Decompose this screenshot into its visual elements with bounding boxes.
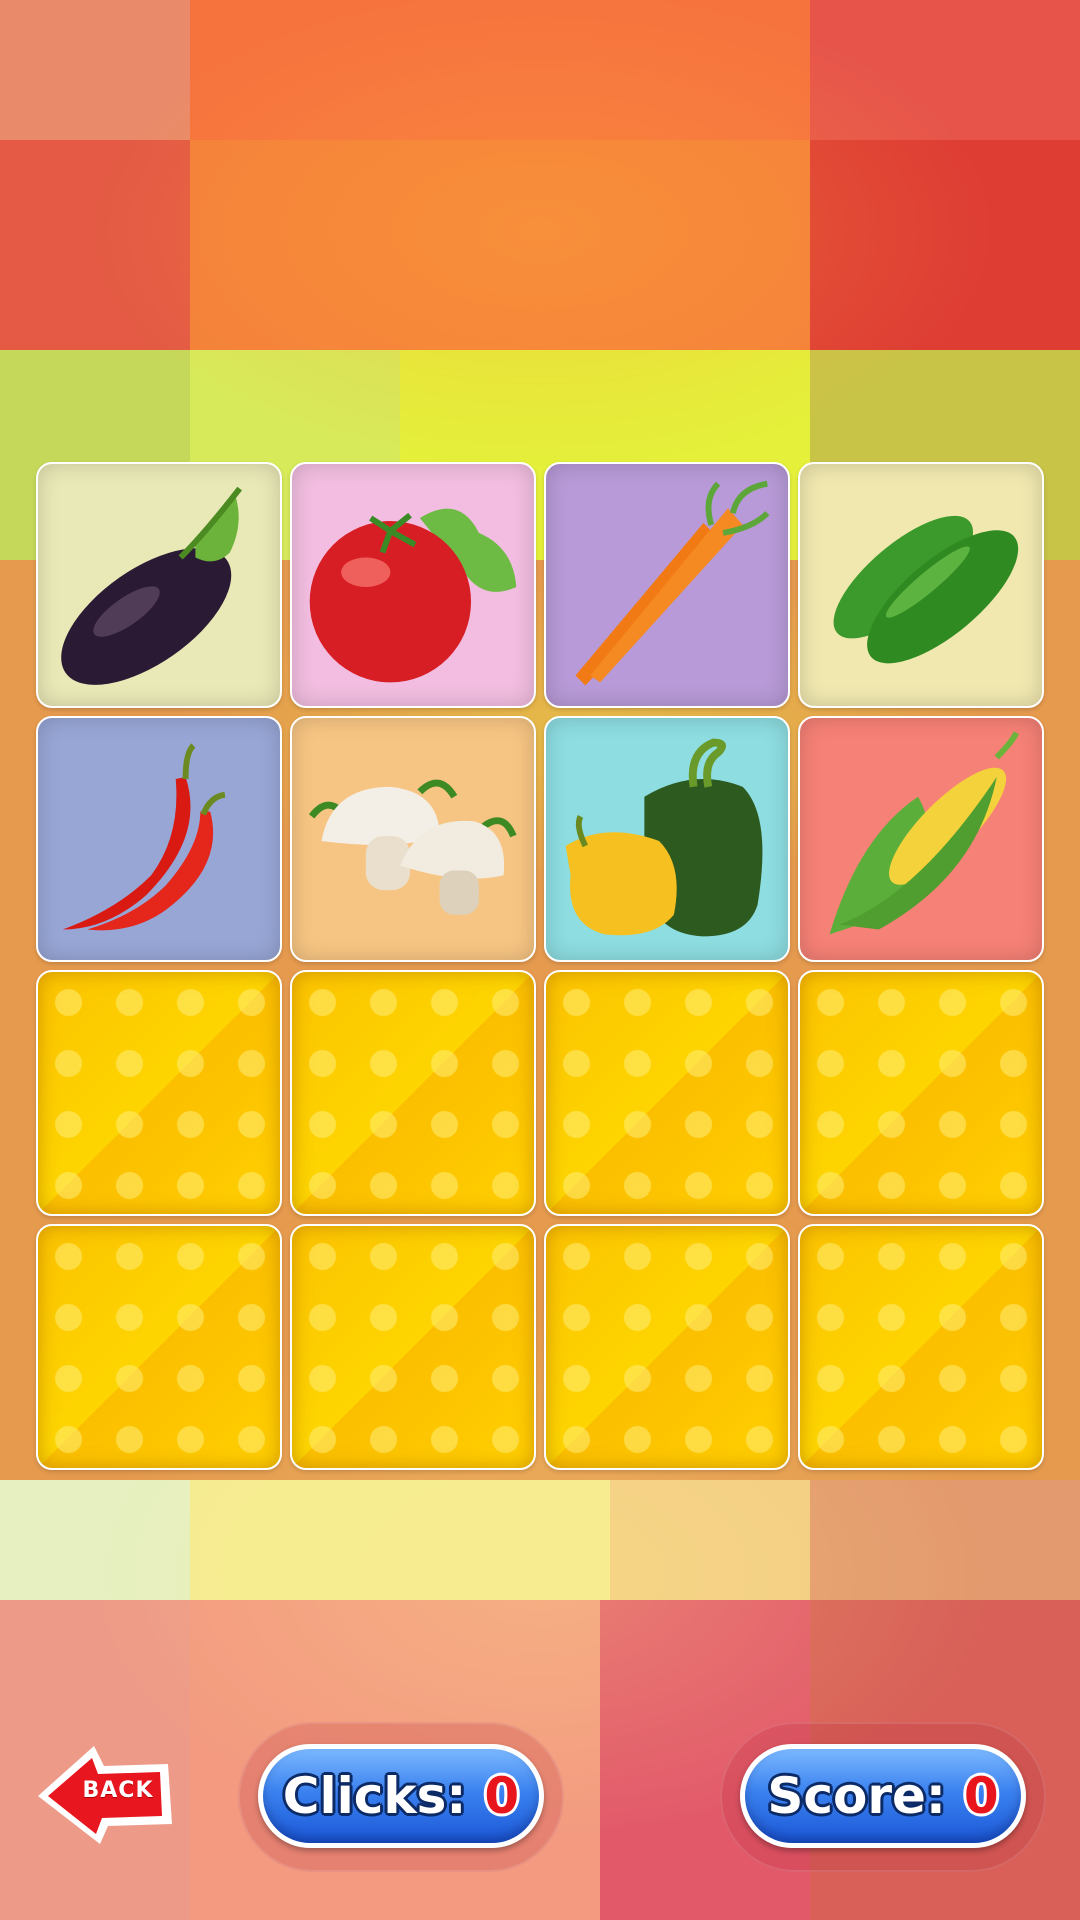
- score-counter: Score: 0: [740, 1744, 1026, 1848]
- clicks-label: Clicks:: [282, 1767, 467, 1825]
- eggplant-icon: [61, 486, 242, 685]
- card-back[interactable]: [798, 1224, 1044, 1470]
- corn-icon: [829, 731, 1020, 935]
- back-button[interactable]: BACK: [34, 1740, 176, 1846]
- tomato-icon: [309, 508, 517, 683]
- card-cucumber[interactable]: [798, 462, 1044, 708]
- card-carrot[interactable]: [544, 462, 790, 708]
- card-back[interactable]: [290, 970, 536, 1216]
- score-label: Score:: [767, 1767, 946, 1825]
- memory-card-grid: [36, 462, 1044, 1472]
- card-back[interactable]: [36, 970, 282, 1216]
- mushroom-icon: [308, 779, 517, 915]
- back-label: BACK: [82, 1778, 154, 1803]
- clicks-value: 0: [484, 1767, 520, 1825]
- bell-pepper-icon: [565, 738, 763, 937]
- card-eggplant[interactable]: [36, 462, 282, 708]
- card-chili-pepper[interactable]: [36, 716, 282, 962]
- card-back[interactable]: [798, 970, 1044, 1216]
- clicks-counter: Clicks: 0: [258, 1744, 544, 1848]
- card-bell-pepper[interactable]: [544, 716, 790, 962]
- score-value: 0: [963, 1767, 999, 1825]
- score-counter-frame: Score: 0: [720, 1722, 1046, 1872]
- card-back[interactable]: [544, 1224, 790, 1470]
- card-back[interactable]: [544, 970, 790, 1216]
- chili-pepper-icon: [62, 743, 226, 931]
- card-mushroom[interactable]: [290, 716, 536, 962]
- cucumber-icon: [833, 515, 1019, 664]
- card-tomato[interactable]: [290, 462, 536, 708]
- clicks-counter-frame: Clicks: 0: [238, 1722, 564, 1872]
- card-corn[interactable]: [798, 716, 1044, 962]
- card-back[interactable]: [290, 1224, 536, 1470]
- card-back[interactable]: [36, 1224, 282, 1470]
- carrot-icon: [575, 480, 770, 686]
